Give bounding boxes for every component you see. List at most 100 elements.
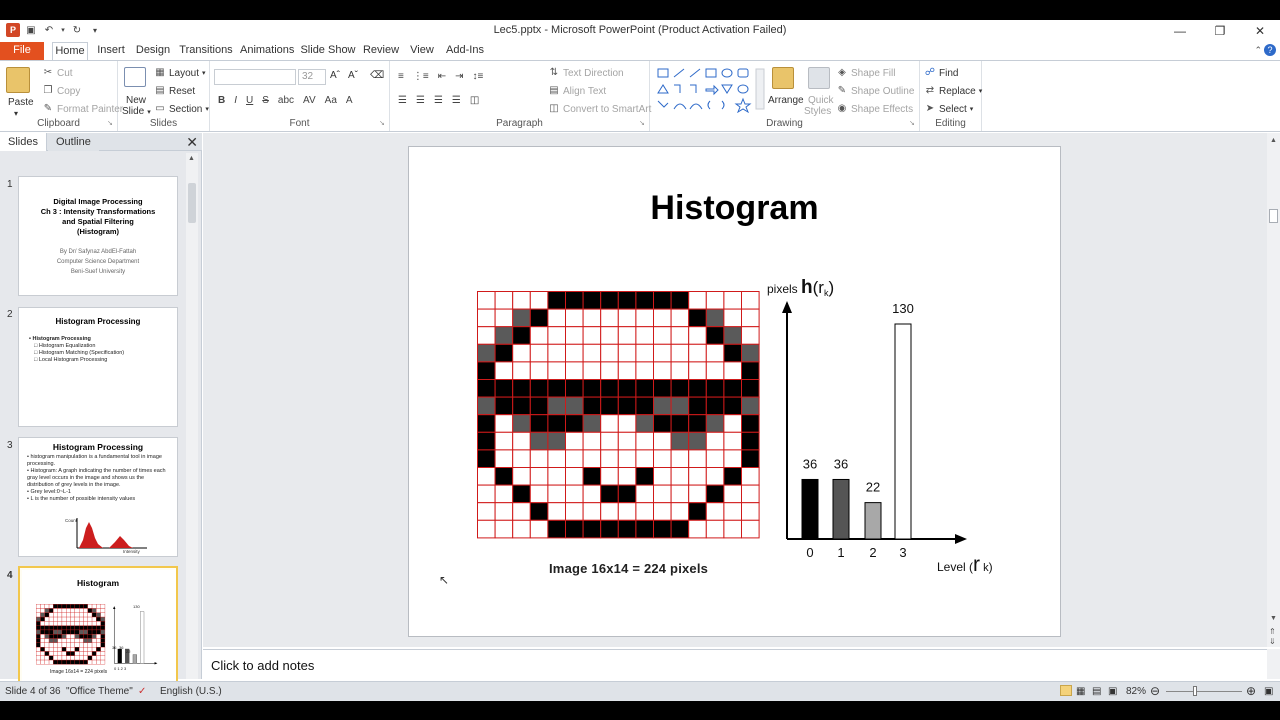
line-spacing-icon[interactable]: ↕≡	[472, 71, 483, 82]
editor-scrollbar[interactable]: ▲ ▼ ⇑ ⇓	[1267, 133, 1280, 647]
tab-view[interactable]: View	[406, 42, 438, 60]
new-slide-button-line2[interactable]: Slide ▾	[122, 106, 151, 117]
bullets-icon[interactable]: ≡	[398, 71, 404, 82]
layout-button[interactable]: ▦ Layout ▾	[154, 67, 205, 79]
quick-styles-icon[interactable]	[808, 67, 830, 89]
language-status[interactable]: English (U.S.)	[160, 686, 222, 697]
tab-insert[interactable]: Insert	[94, 42, 128, 60]
section-button[interactable]: ▭ Section ▾	[154, 103, 209, 115]
shapes-gallery[interactable]	[656, 67, 768, 113]
tab-home[interactable]: Home	[52, 42, 88, 61]
proofing-icon[interactable]: ✓	[138, 686, 146, 697]
arrange-button[interactable]: Arrange	[768, 95, 804, 106]
shrink-font-icon[interactable]: Aˇ	[348, 70, 358, 81]
slide-show-icon[interactable]: ▣	[1108, 686, 1117, 697]
shape-outline-button[interactable]: ✎ Shape Outline	[836, 85, 915, 97]
editor-scroll-up-icon[interactable]: ▲	[1270, 137, 1277, 144]
current-slide[interactable]: Histogram Image 16x14 = 224 pixels 36 0 36…	[408, 146, 1061, 637]
align-center-icon[interactable]: ☰	[416, 95, 425, 106]
align-right-icon[interactable]: ☰	[434, 95, 443, 106]
character-spacing-icon[interactable]: AV	[303, 95, 316, 106]
reading-view-icon[interactable]: ▤	[1092, 686, 1101, 697]
tab-review[interactable]: Review	[362, 42, 400, 60]
tab-add-ins[interactable]: Add-Ins	[444, 42, 486, 60]
notes-scrollbar[interactable]	[1267, 649, 1280, 679]
paste-icon[interactable]	[6, 67, 30, 93]
decrease-indent-icon[interactable]: ⇤	[438, 71, 446, 82]
quick-styles-line1[interactable]: Quick	[808, 95, 834, 106]
align-text-button[interactable]: ▤ Align Text	[548, 85, 606, 97]
tab-design[interactable]: Design	[134, 42, 172, 60]
slide-thumbnail-4[interactable]: Histogram Image 16x14 = 224 pixels 130 3…	[18, 566, 178, 686]
font-family-combo[interactable]	[214, 69, 296, 85]
scroll-up-icon[interactable]: ▲	[188, 155, 195, 162]
paragraph-launcher-icon[interactable]: ↘	[639, 120, 647, 128]
convert-smartart-button[interactable]: ◫ Convert to SmartArt	[548, 103, 651, 115]
tab-outline-pane[interactable]: Outline	[48, 133, 99, 151]
format-painter-button[interactable]: ✎ Format Painter	[42, 103, 123, 115]
close-pane-icon[interactable]: ✕	[186, 134, 198, 151]
shape-fill-button[interactable]: ◈ Shape Fill	[836, 67, 895, 79]
slides-pane-scroll-thumb[interactable]	[188, 183, 196, 223]
editor-scroll-thumb[interactable]	[1269, 209, 1278, 223]
tab-transitions[interactable]: Transitions	[178, 42, 234, 60]
restore-icon[interactable]: ❐	[1200, 20, 1240, 42]
find-button[interactable]: ☍ Find	[924, 67, 959, 79]
paste-button[interactable]: Paste	[8, 97, 34, 108]
bold-icon[interactable]: B	[218, 95, 225, 106]
align-left-icon[interactable]: ☰	[398, 95, 407, 106]
clear-formatting-icon[interactable]: ⌫	[370, 70, 384, 81]
text-direction-button[interactable]: ⇅ Text Direction	[548, 67, 624, 79]
next-slide-icon[interactable]: ⇓	[1269, 637, 1276, 646]
shadow-icon[interactable]: abc	[278, 95, 294, 106]
font-size-combo[interactable]: 32	[298, 69, 326, 85]
zoom-in-icon[interactable]: ⊕	[1246, 684, 1256, 698]
minimize-ribbon-icon[interactable]: ⌃	[1254, 45, 1262, 56]
slide-thumbnail-3[interactable]: Histogram Processing • histogram manipul…	[18, 437, 178, 557]
font-color-icon[interactable]: A	[346, 95, 353, 106]
editor-scroll-down-icon[interactable]: ▼	[1270, 615, 1277, 622]
quick-styles-line2[interactable]: Styles	[804, 106, 831, 117]
clipboard-launcher-icon[interactable]: ↘	[107, 120, 115, 128]
strikethrough-icon[interactable]: S	[262, 95, 269, 106]
tab-animations[interactable]: Animations	[240, 42, 294, 60]
notes-pane[interactable]: Click to add notes	[203, 649, 1267, 679]
drawing-launcher-icon[interactable]: ↘	[909, 120, 917, 128]
increase-indent-icon[interactable]: ⇥	[455, 71, 463, 82]
help-icon[interactable]: ?	[1264, 44, 1276, 56]
change-case-icon[interactable]: Aa	[325, 95, 337, 106]
underline-icon[interactable]: U	[246, 95, 253, 106]
justify-icon[interactable]: ☰	[452, 95, 461, 106]
minimize-icon[interactable]: —	[1160, 20, 1200, 42]
slide-title[interactable]: Histogram	[409, 189, 1060, 228]
slide-thumbnail-2[interactable]: Histogram Processing • Histogram Process…	[18, 307, 178, 427]
select-button[interactable]: ➤ Select ▾	[924, 103, 974, 115]
slides-pane-scrollbar[interactable]: ▲	[186, 153, 198, 679]
grow-font-icon[interactable]: Aˆ	[330, 70, 340, 81]
zoom-slider-handle[interactable]	[1193, 686, 1197, 696]
tab-slides-pane[interactable]: Slides	[0, 133, 47, 151]
arrange-icon[interactable]	[772, 67, 794, 89]
columns-icon[interactable]: ◫	[470, 95, 479, 106]
replace-button[interactable]: ⇄ Replace ▾	[924, 85, 982, 97]
shape-effects-button[interactable]: ◉ Shape Effects	[836, 103, 913, 115]
tab-slide-show[interactable]: Slide Show	[300, 42, 356, 60]
tab-file[interactable]: File	[0, 42, 44, 60]
reset-button[interactable]: ▤ Reset	[154, 85, 195, 97]
slide-thumbnail-1[interactable]: Digital Image Processing Ch 3 : Intensit…	[18, 176, 178, 296]
paste-dropdown-icon[interactable]: ▾	[14, 109, 18, 118]
numbering-icon[interactable]: ⋮≡	[413, 71, 429, 82]
copy-button[interactable]: ❐ Copy	[42, 85, 81, 97]
italic-icon[interactable]: I	[234, 95, 237, 106]
theme-name[interactable]: "Office Theme"	[66, 686, 133, 697]
notes-placeholder[interactable]: Click to add notes	[211, 658, 314, 673]
zoom-level[interactable]: 82%	[1126, 686, 1146, 697]
previous-slide-icon[interactable]: ⇑	[1269, 627, 1276, 636]
cut-button[interactable]: ✂ Cut	[42, 67, 73, 79]
close-window-icon[interactable]: ✕	[1240, 20, 1280, 42]
fit-slide-icon[interactable]: ▣	[1264, 686, 1273, 697]
new-slide-icon[interactable]	[124, 67, 146, 87]
font-launcher-icon[interactable]: ↘	[379, 120, 387, 128]
slide-sorter-icon[interactable]: ▦	[1076, 686, 1085, 697]
new-slide-button-line1[interactable]: New	[126, 95, 146, 106]
